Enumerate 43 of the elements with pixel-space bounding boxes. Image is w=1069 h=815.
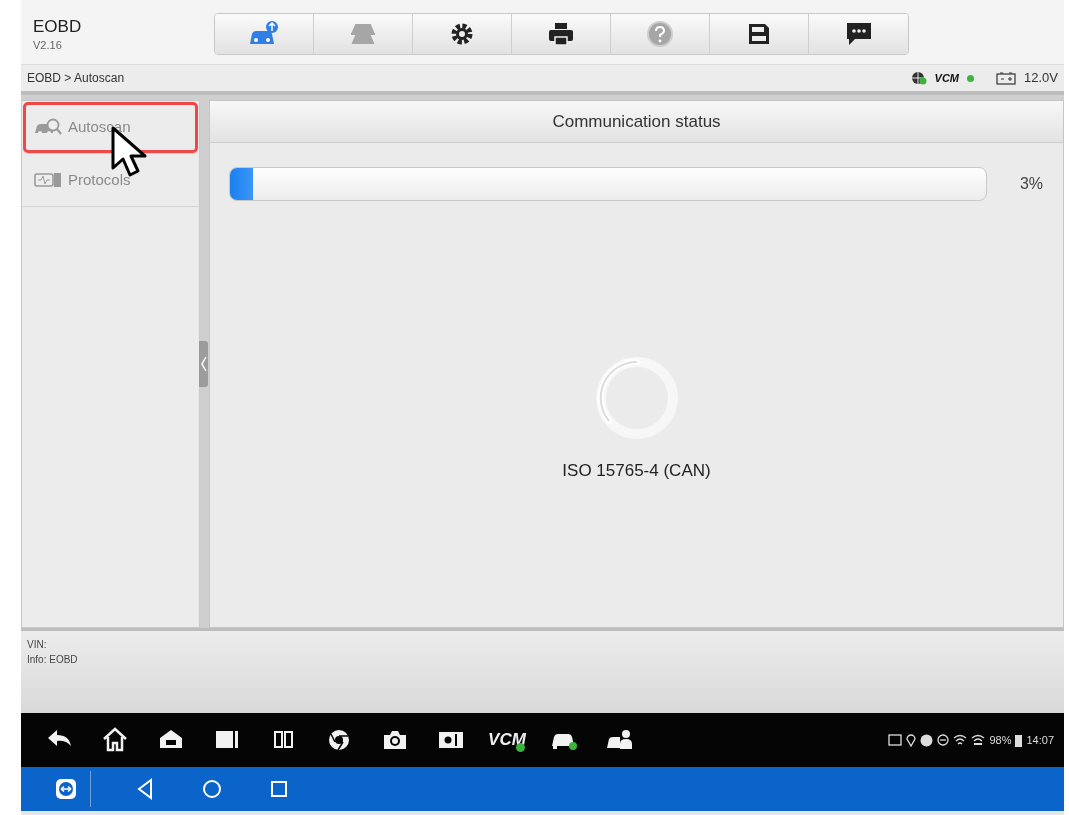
chevron-left-icon: [200, 356, 207, 372]
protocol-label: ISO 15765-4 (CAN): [562, 460, 711, 482]
car-scan-icon: [34, 118, 62, 136]
toolbar-button[interactable]: [809, 14, 908, 54]
sidebar-item[interactable]: Autoscan: [22, 101, 199, 154]
globe-icon: [910, 71, 927, 85]
voltage-reading: 12.0V: [1024, 69, 1058, 88]
app-title: EOBD: [33, 18, 83, 38]
home-icon: [101, 726, 129, 754]
toolbar-button[interactable]: [512, 14, 611, 54]
breadcrumb: EOBD > Autoscan: [27, 70, 125, 87]
protocol-device-icon: [34, 171, 62, 189]
cast-icon: [888, 734, 903, 746]
info-line: Info: EOBD: [27, 653, 79, 667]
battery-level-icon: [1015, 733, 1023, 747]
toolbar-button[interactable]: [710, 14, 809, 54]
toolbar-button[interactable]: [413, 14, 512, 54]
connected-dot-icon: [967, 74, 974, 82]
connected-dot-icon: [516, 743, 525, 752]
sidebar-item[interactable]: Protocols: [22, 154, 199, 207]
app-version: V2.16: [33, 38, 63, 54]
save-icon: [747, 22, 771, 46]
do-not-disturb-icon: [937, 734, 950, 746]
settings-icon: [449, 21, 475, 47]
clock-time: 14:07: [1026, 732, 1054, 748]
collapse-handle[interactable]: [199, 341, 208, 387]
printer-icon: [547, 21, 575, 47]
info-line: VIN:: [27, 638, 48, 652]
message-icon: [844, 21, 873, 47]
wifi-signal-icon: [971, 734, 986, 746]
remote-control-icon: [53, 777, 78, 801]
wifi-icon: [953, 734, 968, 746]
taskbar-button[interactable]: VCM: [479, 722, 535, 758]
car-lift-icon: [348, 21, 378, 47]
progress-percent: 3%: [1018, 174, 1043, 194]
battery-icon: [996, 71, 1016, 85]
loading-spinner-icon: [594, 356, 679, 440]
panel-title: Communication status: [210, 101, 1063, 143]
home-circle-icon: [200, 777, 224, 801]
vcm-status: VCM: [934, 70, 959, 86]
location-icon: [906, 733, 917, 747]
help-icon: [646, 20, 674, 48]
battery-percent: 98%: [989, 732, 1012, 748]
